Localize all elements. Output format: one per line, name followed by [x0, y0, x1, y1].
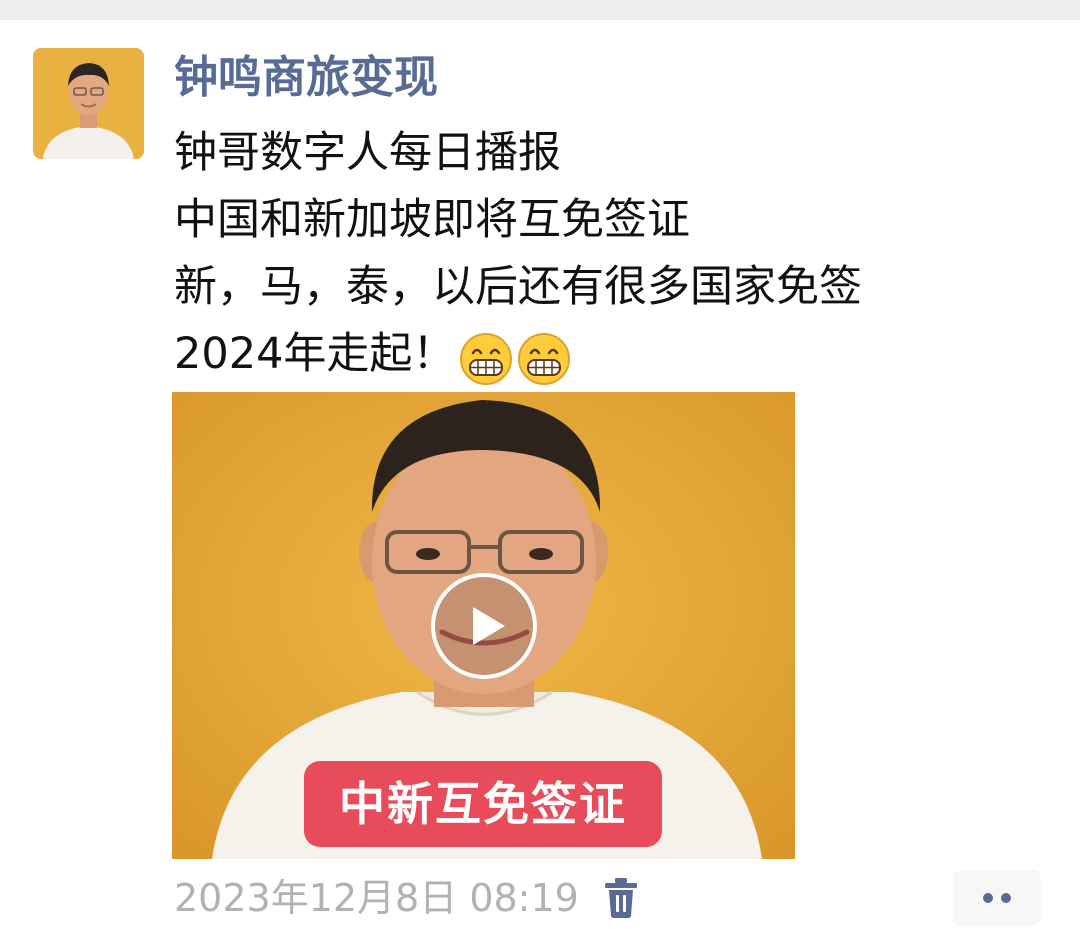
more-button[interactable] — [953, 870, 1041, 926]
post-line-4-text: 2024年走起！ — [174, 329, 456, 379]
post-line-2: 中国和新加坡即将互免签证 — [174, 195, 690, 245]
author-name[interactable]: 钟鸣商旅变现 — [174, 50, 438, 106]
avatar-photo — [33, 48, 144, 159]
post-line-4: 2024年走起！ — [174, 321, 1034, 390]
moments-post: 钟鸣商旅变现 钟哥数字人每日播报 中国和新加坡即将互免签证 新，马，泰，以后还有… — [0, 20, 1080, 929]
post-timestamp: 2023年12月8日 08:19 — [174, 876, 579, 920]
emoji-row — [459, 323, 575, 390]
post-text: 钟哥数字人每日播报 中国和新加坡即将互免签证 新，马，泰，以后还有很多国家免签 … — [174, 120, 1034, 390]
more-dots-icon — [1001, 893, 1011, 903]
avatar[interactable] — [33, 48, 144, 159]
post-line-1: 钟哥数字人每日播报 — [174, 128, 561, 178]
play-icon[interactable] — [429, 571, 539, 681]
top-divider-strip — [0, 0, 1080, 20]
more-dots-icon — [983, 893, 993, 903]
video-thumbnail[interactable]: 中新互免签证 — [172, 392, 795, 859]
grinning-face-icon — [518, 332, 571, 385]
video-caption-badge: 中新互免签证 — [304, 761, 662, 847]
trash-icon[interactable] — [602, 876, 640, 920]
grinning-face-icon — [460, 332, 513, 385]
post-line-3: 新，马，泰，以后还有很多国家免签 — [174, 262, 862, 312]
